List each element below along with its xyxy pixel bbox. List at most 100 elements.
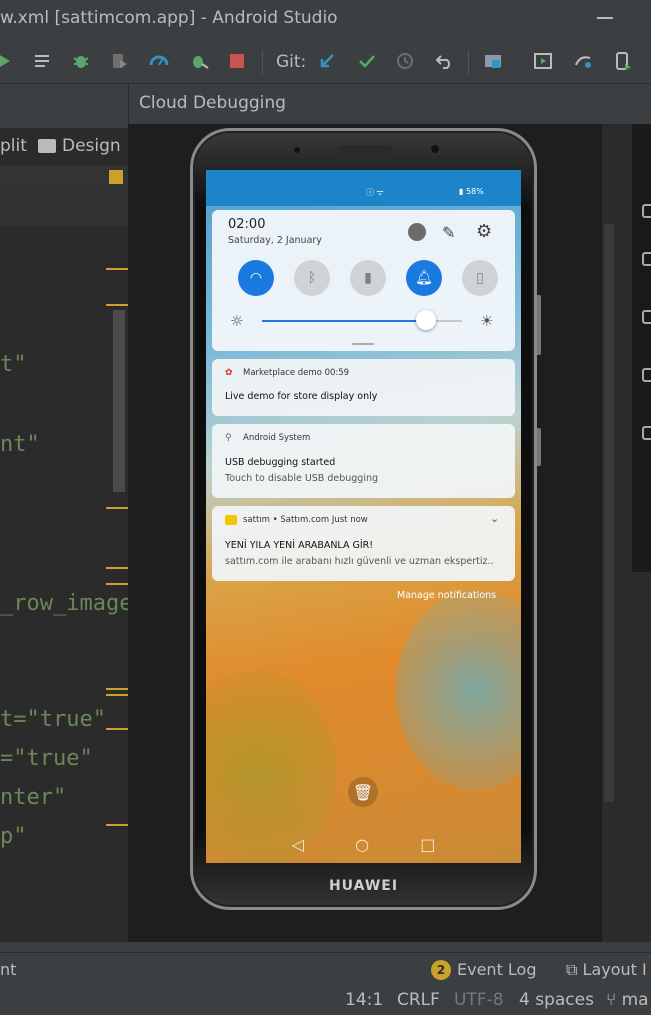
split-tab[interactable]: plit (0, 136, 27, 156)
back-icon[interactable]: ◁ (292, 835, 304, 854)
rollback-icon[interactable] (432, 48, 458, 74)
change-marker (106, 583, 128, 585)
minimize-button[interactable] (597, 17, 613, 19)
run-icon[interactable] (0, 48, 18, 74)
wifi-icon: ◠ (249, 270, 263, 286)
git-label: Git: (276, 52, 307, 72)
bluetooth-icon: ᛒ (307, 270, 317, 286)
toolbar-separator (262, 50, 263, 74)
sound-toggle[interactable]: 🔔︎ (406, 260, 442, 296)
line-separator[interactable]: CRLF (397, 990, 440, 1010)
signal-icons: ⓘ ᯤ (366, 188, 384, 197)
notification-app: Android System (243, 433, 311, 443)
notification-body: Touch to disable USB debugging (225, 473, 379, 484)
recents-icon[interactable]: □ (420, 835, 435, 854)
clock: 02:00 (228, 217, 266, 232)
rotate-icon[interactable] (642, 252, 651, 266)
notification-title: YENİ YILA YENİ ARABANLA GİR! (225, 540, 374, 551)
flashlight-toggle[interactable]: ▮ (350, 260, 386, 296)
branch-icon: ⑂ (606, 990, 617, 1010)
list-icon[interactable] (30, 48, 56, 74)
image-icon (38, 139, 56, 153)
git-commit-icon[interactable] (354, 48, 380, 74)
home-icon[interactable]: ○ (355, 835, 369, 854)
avd-manager-icon[interactable] (610, 48, 636, 74)
design-tab-label: Design (62, 136, 121, 156)
vibrate-icon: ▯ (476, 270, 484, 286)
window-title: w.xml [sattimcom.app] - Android Studio (0, 8, 338, 28)
device-manager-icon[interactable] (530, 48, 556, 74)
change-marker (106, 688, 128, 690)
scrollbar-thumb[interactable] (604, 224, 614, 802)
notification-card[interactable]: sattım • Sattım.com Just now ⌄ YENİ YILA… (212, 506, 515, 581)
branch-name: ma (621, 990, 649, 1010)
caret-position[interactable]: 14:1 (345, 990, 383, 1010)
edit-icon[interactable]: ✎ (442, 223, 455, 242)
phone-brand: HUAWEI (328, 878, 399, 894)
brightness-slider-fill (262, 320, 426, 322)
power-icon[interactable] (642, 204, 651, 218)
sensor-icon (293, 146, 301, 154)
tool-window-tab[interactable]: nt (0, 960, 16, 979)
change-marker (106, 567, 128, 569)
bluetooth-toggle[interactable]: ᛒ (294, 260, 330, 296)
overview-icon[interactable] (642, 426, 651, 440)
gear-icon[interactable]: ⚙ (476, 221, 492, 242)
navigation-bar: ◁ ○ □ (206, 825, 521, 863)
status-bar: ⓘ ᯤ ▮ 58% (206, 170, 521, 206)
brightness-slider-handle[interactable] (416, 310, 436, 330)
battery-level: 58% (465, 187, 484, 196)
sync-gradle-icon[interactable] (570, 48, 596, 74)
change-marker (106, 268, 128, 270)
indent-setting[interactable]: 4 spaces (519, 990, 594, 1010)
history-icon[interactable] (392, 48, 418, 74)
editor-highlight-row (0, 189, 128, 225)
change-marker (106, 507, 128, 509)
home-icon[interactable] (642, 368, 651, 382)
git-update-icon[interactable] (314, 48, 340, 74)
attach-debugger-icon[interactable] (106, 48, 132, 74)
notification-app: Marketplace demo 00:59 (243, 368, 350, 378)
warning-indicator[interactable] (109, 170, 123, 184)
apply-changes-icon[interactable] (186, 48, 212, 74)
change-marker (106, 728, 128, 730)
bell-icon: 🔔︎ (415, 270, 433, 286)
manage-notifications-link[interactable]: Manage notifications (397, 590, 496, 601)
user-avatar-icon[interactable] (408, 223, 426, 241)
editor-scrollbar[interactable] (113, 310, 125, 492)
stop-icon[interactable] (224, 48, 250, 74)
file-encoding[interactable]: UTF-8 (454, 990, 504, 1010)
cloud-debugging-scrollbar[interactable] (602, 124, 632, 942)
title-bar: w.xml [sattimcom.app] - Android Studio (0, 0, 651, 38)
notification-app: sattım • Sattım.com Just now (243, 515, 368, 525)
layout-inspector-icon: ⧉ (566, 960, 578, 979)
huawei-icon: ✿ (225, 368, 233, 378)
main-toolbar: Git: (0, 38, 651, 84)
phone-screen[interactable]: ⓘ ᯤ ▮ 58% 02:00 Saturday, 2 January ✎ ⚙ … (206, 170, 521, 863)
screenshot-icon[interactable] (642, 310, 651, 324)
layout-inspector-tab[interactable]: ⧉ Layout I (566, 960, 647, 980)
notification-card[interactable]: ⚲ Android System USB debugging started T… (212, 424, 515, 498)
notification-card[interactable]: ✿ Marketplace demo 00:59 Live demo for s… (212, 359, 515, 416)
project-structure-icon[interactable] (480, 48, 506, 74)
usb-icon: ⚲ (225, 433, 232, 443)
trash-icon: 🗑︎ (352, 782, 374, 802)
code-line: nt" (0, 432, 40, 457)
clear-all-button[interactable]: 🗑︎ (348, 777, 378, 807)
git-branch[interactable]: ⑂ ma (606, 990, 649, 1010)
cloud-debugging-header: Cloud Debugging (128, 84, 651, 124)
vibrate-toggle[interactable]: ▯ (462, 260, 498, 296)
chevron-down-icon[interactable]: ⌄ (490, 512, 499, 525)
brightness-high-icon: ☀ (480, 312, 494, 330)
battery-indicator: ▮ 58% (459, 187, 484, 196)
debug-icon[interactable] (68, 48, 94, 74)
sattim-app-icon (225, 515, 237, 525)
code-line: t" (0, 352, 27, 377)
layout-inspector-label: Layout I (582, 960, 647, 979)
event-log-tab[interactable]: Event Log (457, 960, 537, 979)
wifi-toggle[interactable]: ◠ (238, 260, 274, 296)
design-tab[interactable]: Design (38, 136, 121, 156)
earpiece (337, 145, 393, 157)
expand-handle[interactable] (352, 343, 374, 345)
profiler-icon[interactable] (146, 48, 172, 74)
